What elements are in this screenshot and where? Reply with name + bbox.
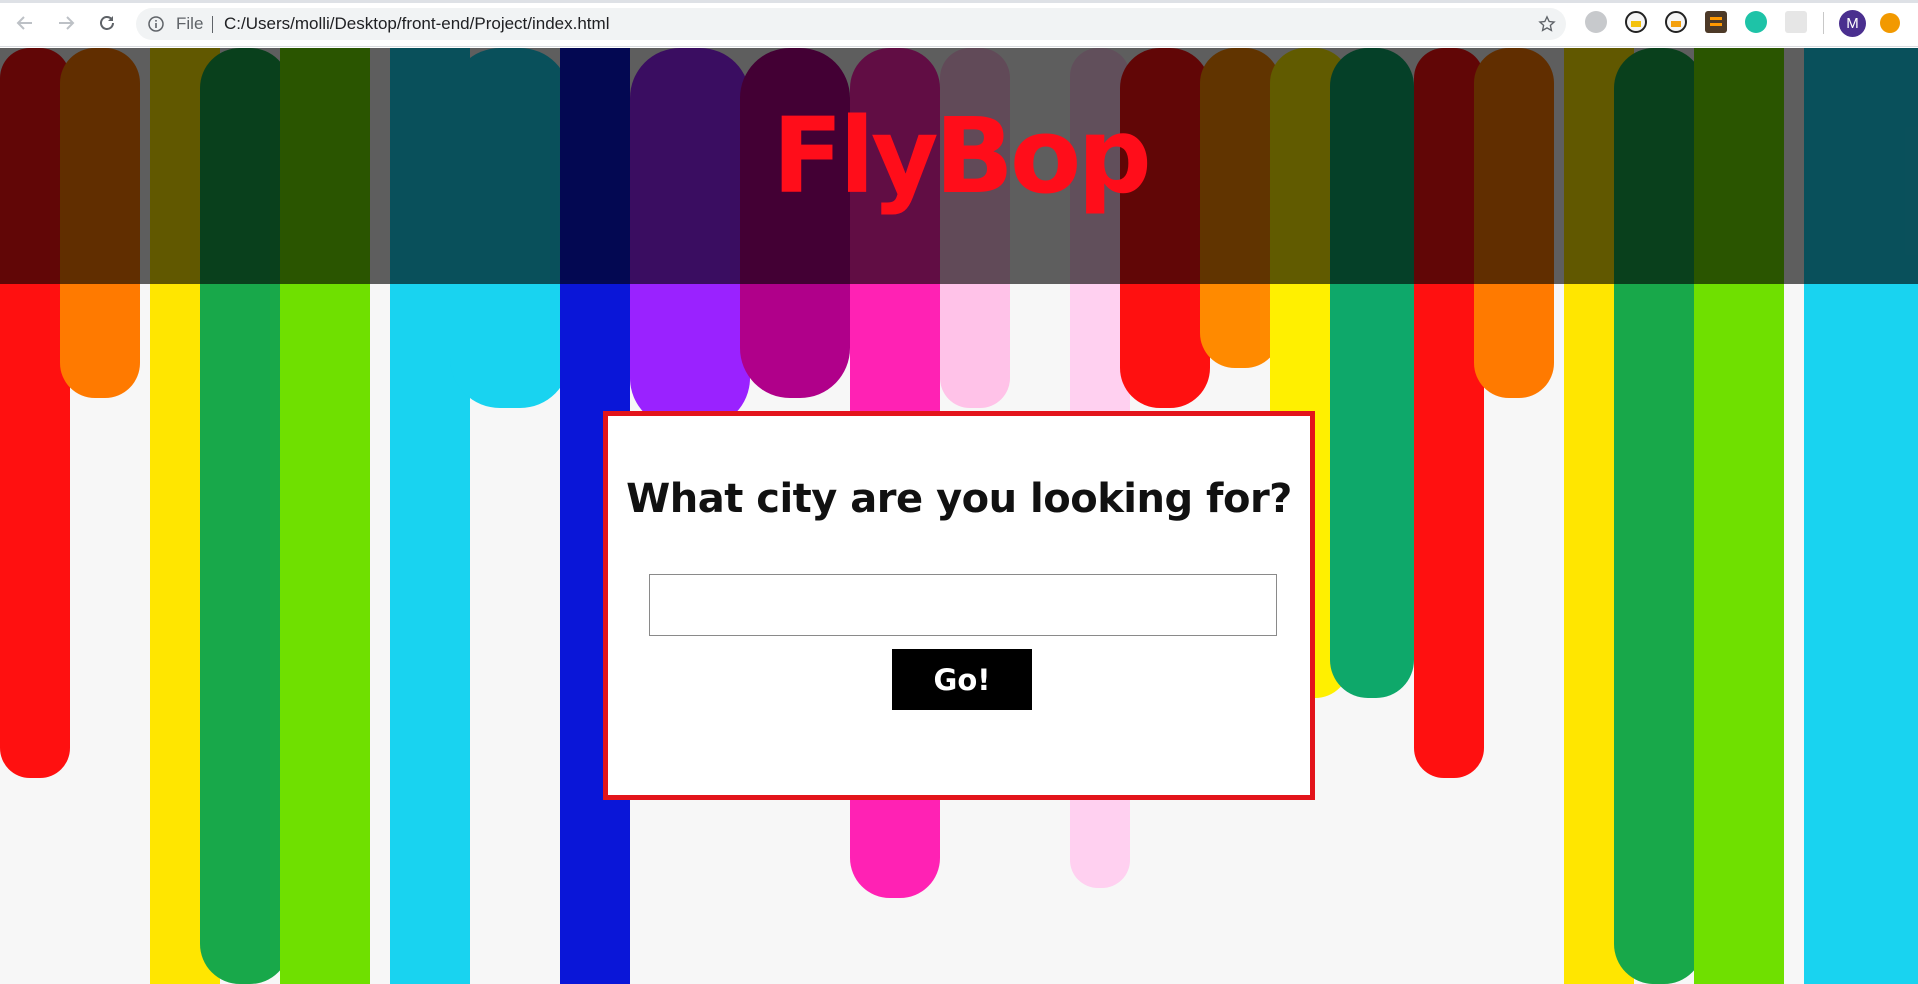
arrow-right-icon (59, 16, 75, 30)
reload-button[interactable] (92, 8, 122, 38)
toolbar-divider (1823, 12, 1824, 34)
go-button[interactable]: Go! (892, 649, 1032, 710)
bee-extension-icon-2[interactable] (1665, 11, 1687, 33)
city-search-input[interactable] (649, 574, 1277, 636)
search-question: What city are you looking for? (626, 476, 1292, 522)
site-title: FlyBop (772, 95, 1152, 217)
arrow-left-icon (16, 16, 32, 30)
site-header: FlyBop (0, 48, 1918, 284)
star-icon[interactable] (1538, 15, 1556, 33)
page-viewport: FlyBop What city are you looking for? Go… (0, 48, 1918, 984)
search-card: What city are you looking for? Go! (603, 411, 1315, 800)
tab-strip-edge (0, 0, 1918, 3)
reload-icon (100, 16, 114, 30)
w-extension-icon[interactable] (1745, 11, 1767, 33)
url-text[interactable]: C:/Users/molli/Desktop/front-end/Project… (224, 8, 609, 40)
forward-button[interactable] (51, 8, 81, 38)
discord-extension-icon[interactable] (1585, 11, 1607, 33)
update-icon[interactable] (1880, 13, 1900, 33)
back-button[interactable] (10, 8, 40, 38)
url-separator (212, 16, 213, 33)
browser-toolbar: File C:/Users/molli/Desktop/front-end/Pr… (0, 0, 1918, 47)
info-icon[interactable] (148, 16, 164, 32)
profile-avatar[interactable]: M (1839, 10, 1866, 37)
sublime-extension-icon[interactable] (1705, 11, 1727, 33)
bee-extension-icon[interactable] (1625, 11, 1647, 33)
image-extension-icon[interactable] (1785, 11, 1807, 33)
address-bar[interactable]: File C:/Users/molli/Desktop/front-end/Pr… (136, 8, 1566, 40)
url-scheme-label: File (176, 14, 204, 33)
